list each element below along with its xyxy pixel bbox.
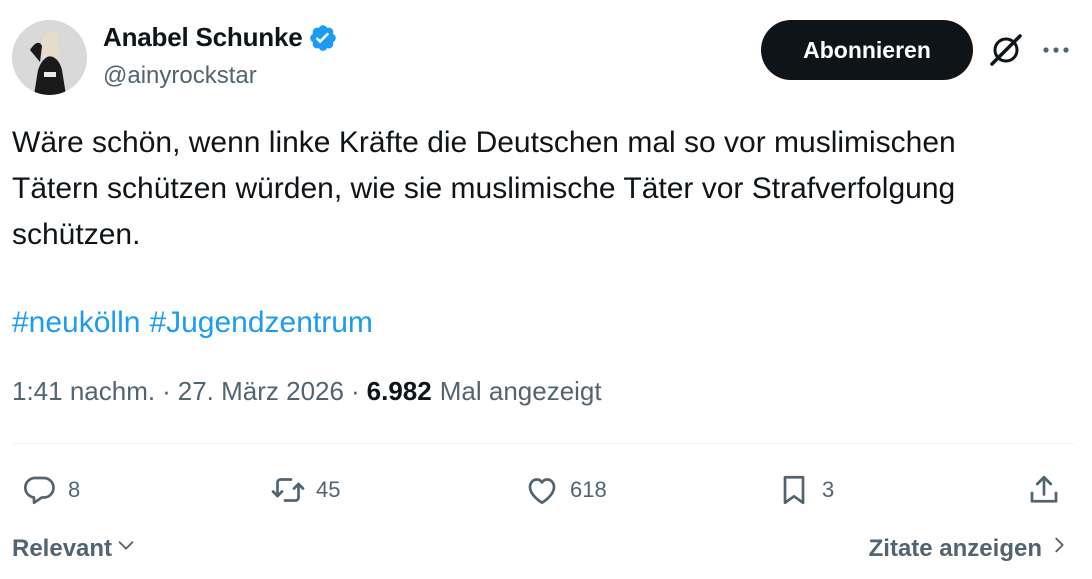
share-icon: [1026, 472, 1062, 508]
hashtags: #neukölln #Jugendzentrum: [12, 300, 373, 346]
sort-dropdown[interactable]: Relevant: [12, 534, 137, 563]
tweet-date[interactable]: 27. März 2026: [178, 376, 344, 407]
separator: ·: [162, 376, 171, 406]
author-handle[interactable]: @ainyrockstar: [103, 62, 257, 90]
chevron-right-icon: [1048, 534, 1070, 563]
tweet-meta: 1:41 nachm. · 27. März 2026 · 6.982 Mal …: [12, 376, 602, 407]
reply-icon: [22, 472, 58, 508]
bookmark-count: 3: [822, 477, 835, 502]
quotes-label: Zitate anzeigen: [868, 534, 1042, 562]
tweet: Anabel Schunke @ainyrockstar Abonnieren …: [0, 0, 1092, 579]
retweet-button[interactable]: 45: [270, 470, 340, 510]
bookmark-button[interactable]: 3: [776, 470, 834, 510]
share-button[interactable]: [1026, 470, 1062, 510]
like-count: 618: [570, 477, 607, 502]
author-name[interactable]: Anabel Schunke: [103, 22, 338, 53]
tweet-text: Wäre schön, wenn linke Kräfte die Deutsc…: [12, 126, 956, 251]
author-name-text: Anabel Schunke: [103, 22, 303, 52]
tweet-time[interactable]: 1:41 nachm.: [12, 376, 155, 407]
sort-label: Relevant: [12, 534, 113, 562]
bookmark-icon: [776, 472, 812, 508]
retweet-icon: [270, 472, 306, 508]
like-icon: [524, 472, 560, 508]
grok-icon[interactable]: [988, 32, 1024, 68]
views-count: 6.982: [366, 376, 432, 406]
reply-count: 8: [68, 477, 81, 502]
like-button[interactable]: 618: [524, 470, 607, 510]
views-label: Mal angezeigt: [439, 376, 602, 406]
avatar[interactable]: [12, 20, 87, 95]
chevron-down-icon: [115, 534, 137, 563]
retweet-count: 45: [316, 477, 341, 502]
more-icon[interactable]: [1038, 36, 1074, 64]
reply-button[interactable]: 8: [22, 470, 80, 510]
verified-badge-icon[interactable]: [308, 23, 338, 53]
hashtag-link[interactable]: #Jugendzentrum: [149, 300, 372, 346]
follow-button[interactable]: Abonnieren: [761, 20, 973, 80]
divider: [12, 443, 1074, 444]
separator: ·: [350, 376, 360, 406]
view-quotes-link[interactable]: Zitate anzeigen: [869, 534, 1070, 563]
hashtag-link[interactable]: #neukölln: [12, 300, 140, 346]
